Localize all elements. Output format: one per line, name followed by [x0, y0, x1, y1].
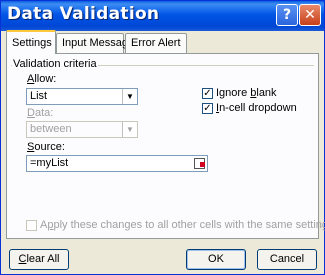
apply-all-label: Apply these changes to all other cells w…	[40, 219, 325, 231]
incell-dropdown-label: In-cell dropdown	[216, 102, 297, 114]
tab-error-alert[interactable]: Error Alert	[125, 33, 187, 53]
allow-value: List	[30, 90, 48, 102]
chevron-down-icon[interactable]: ▼	[122, 122, 137, 137]
ignore-blank-label: Ignore blank	[216, 87, 277, 99]
ignore-blank-checkbox[interactable]: ✓	[202, 88, 213, 99]
data-label: Data:	[27, 107, 54, 119]
tab-input-message-label: Input Message	[62, 37, 135, 49]
cancel-button[interactable]: Cancel	[257, 249, 317, 270]
ok-button[interactable]: OK	[186, 249, 246, 270]
allow-dropdown[interactable]: List ▼	[26, 88, 138, 105]
source-value: =myList	[30, 157, 69, 169]
tab-settings-label: Settings	[12, 37, 52, 49]
title-bar[interactable]: Data Validation ? ✕	[1, 1, 324, 31]
close-button[interactable]: ✕	[299, 4, 321, 26]
range-select-icon[interactable]	[194, 158, 205, 169]
apply-all-checkbox[interactable]	[26, 220, 37, 231]
data-value: between	[30, 123, 72, 135]
allow-label: Allow:	[27, 73, 57, 85]
tab-error-alert-label: Error Alert	[131, 37, 181, 49]
incell-dropdown-checkbox[interactable]: ✓	[202, 103, 213, 114]
dialog-title: Data Validation	[7, 4, 160, 24]
source-input[interactable]: =myList	[26, 155, 208, 172]
chevron-down-icon[interactable]: ▼	[122, 89, 137, 104]
tab-settings[interactable]: Settings	[6, 30, 56, 54]
tab-input-message[interactable]: Input Message	[56, 33, 134, 53]
data-validation-dialog: Data Validation ? ✕ Settings Input Messa…	[0, 0, 325, 275]
source-label: Source:	[27, 141, 65, 153]
data-dropdown[interactable]: between ▼	[26, 121, 138, 138]
clear-all-button[interactable]: Clear All	[9, 249, 69, 270]
validation-criteria-heading: Validation criteria	[12, 58, 98, 70]
help-button[interactable]: ?	[276, 4, 298, 26]
